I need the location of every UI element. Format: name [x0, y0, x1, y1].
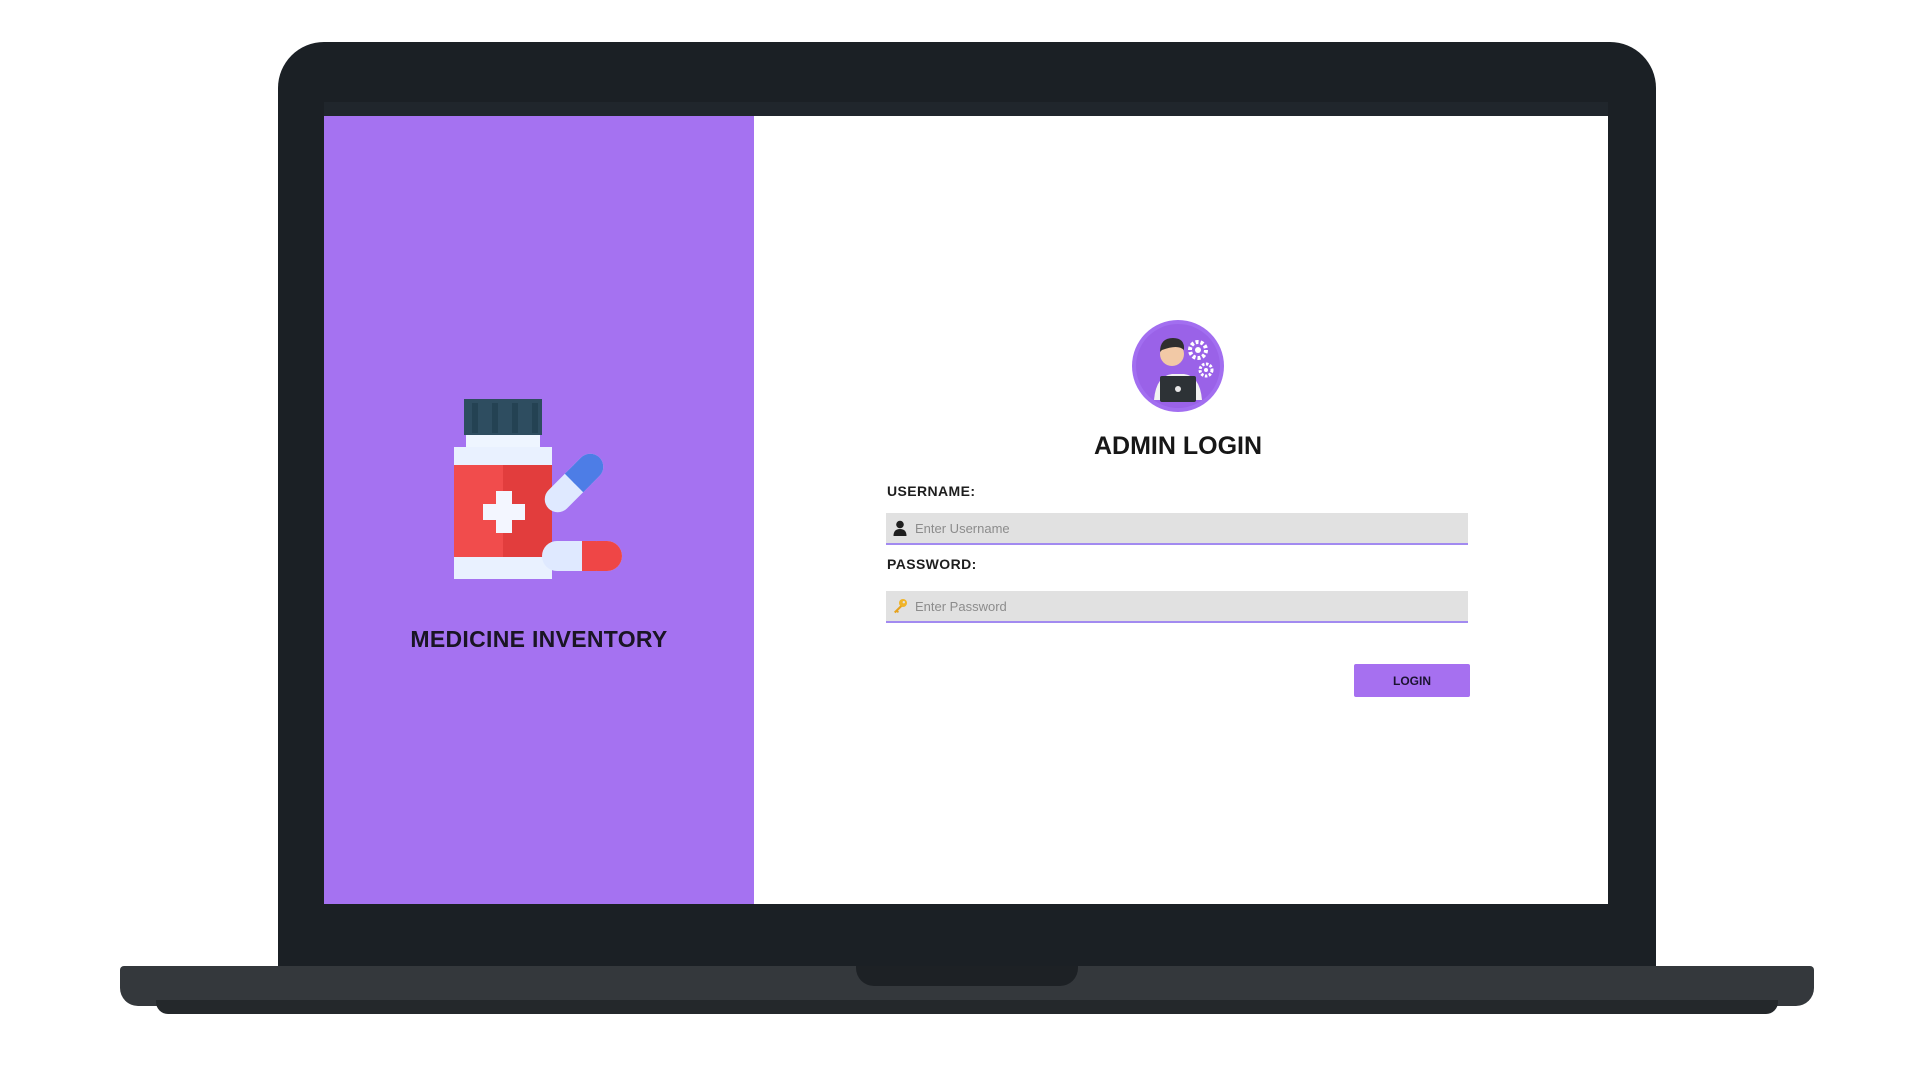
username-label: USERNAME:: [887, 483, 976, 499]
laptop-notch: [856, 966, 1078, 986]
username-field[interactable]: [886, 512, 1468, 545]
medicine-bottle-pills-icon: [454, 399, 624, 579]
admin-avatar-icon: [1132, 320, 1224, 412]
laptop-screen: MEDICINE INVENTORY ADMIN LOGIN USERNAME:: [324, 102, 1608, 904]
login-button[interactable]: LOGIN: [1354, 664, 1470, 697]
username-input[interactable]: [911, 512, 1468, 544]
laptop-base-shadow: [156, 1000, 1778, 1014]
brand-panel: MEDICINE INVENTORY: [324, 116, 754, 904]
brand-title: MEDICINE INVENTORY: [410, 626, 668, 652]
password-field[interactable]: [886, 590, 1468, 623]
password-input[interactable]: [911, 590, 1468, 622]
password-label: PASSWORD:: [887, 556, 977, 572]
key-icon: [889, 595, 911, 617]
admin-login-title: ADMIN LOGIN: [1093, 432, 1263, 460]
user-icon: [889, 517, 911, 539]
screen-top-bar: [324, 102, 1608, 116]
